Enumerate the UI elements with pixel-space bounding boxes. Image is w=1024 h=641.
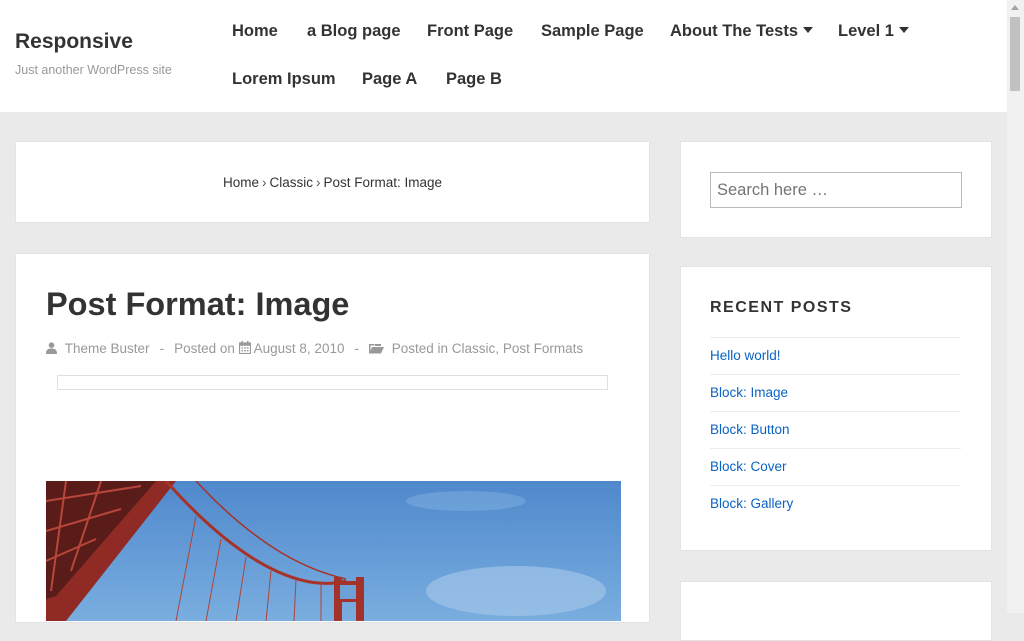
recent-post-link[interactable]: Block: Cover xyxy=(710,459,787,474)
breadcrumb-home[interactable]: Home xyxy=(223,175,259,190)
nav-item-about-the-tests[interactable]: About The Tests xyxy=(670,22,814,41)
search-widget xyxy=(680,141,992,238)
user-icon xyxy=(46,342,57,354)
recent-post-link[interactable]: Block: Image xyxy=(710,385,788,400)
recent-post-link[interactable]: Block: Button xyxy=(710,422,790,437)
post-date-link[interactable]: August 8, 2010 xyxy=(254,341,345,356)
vertical-scrollbar[interactable] xyxy=(1007,0,1024,613)
nav-label: Page B xyxy=(446,70,502,88)
folder-icon xyxy=(368,344,384,354)
post-author-link[interactable]: Theme Buster xyxy=(65,341,150,356)
nav-label: Level 1 xyxy=(838,22,894,40)
list-item: Block: Image xyxy=(710,374,961,411)
posted-on-label: Posted on xyxy=(174,341,235,356)
scrollbar-thumb[interactable] xyxy=(1010,17,1020,91)
recent-posts-list: Hello world! Block: Image Block: Button … xyxy=(710,337,961,522)
search-input[interactable] xyxy=(710,172,962,208)
recent-posts-widget: RECENT POSTS Hello world! Block: Image B… xyxy=(680,266,992,551)
post-featured-image xyxy=(46,481,621,621)
nav-item-blog-page[interactable]: a Blog page xyxy=(307,22,401,41)
meta-separator: - xyxy=(159,341,165,356)
post-meta: Theme Buster - Posted on August 8, 2010- P… xyxy=(46,341,583,356)
category-link-classic[interactable]: Classic xyxy=(452,341,496,356)
bridge-photo xyxy=(46,481,621,621)
category-separator: , xyxy=(495,341,500,356)
nav-item-page-a[interactable]: Page A xyxy=(362,70,417,89)
breadcrumb-current: Post Format: Image xyxy=(323,175,443,190)
nav-item-page-b[interactable]: Page B xyxy=(446,70,502,89)
post-article: Post Format: Image Theme Buster - Posted o… xyxy=(15,253,650,623)
nav-label: Front Page xyxy=(427,22,514,40)
posted-in-label: Posted in xyxy=(391,341,449,356)
list-item: Block: Button xyxy=(710,411,961,448)
caret-down-icon xyxy=(803,26,814,33)
empty-content-box xyxy=(57,375,608,390)
list-item: Block: Gallery xyxy=(710,485,961,522)
list-item: Block: Cover xyxy=(710,448,961,485)
category-link-post-formats[interactable]: Post Formats xyxy=(503,341,583,356)
post-title: Post Format: Image xyxy=(46,286,350,322)
breadcrumb: Home › Classic › Post Format: Image xyxy=(15,141,650,223)
calendar-icon xyxy=(238,341,251,355)
meta-separator: - xyxy=(354,341,359,356)
breadcrumb-separator: › xyxy=(315,175,321,190)
nav-label: Sample Page xyxy=(541,22,644,40)
widget-title: RECENT POSTS xyxy=(710,299,853,316)
site-title[interactable]: Responsive xyxy=(15,30,133,54)
sidebar-widget xyxy=(680,581,992,641)
site-header: Responsive Just another WordPress site H… xyxy=(0,0,1007,112)
scroll-up-arrow-icon[interactable] xyxy=(1011,5,1019,10)
list-item: Hello world! xyxy=(710,337,961,374)
breadcrumb-classic[interactable]: Classic xyxy=(269,175,313,190)
nav-label: Lorem Ipsum xyxy=(232,70,336,88)
nav-item-sample-page[interactable]: Sample Page xyxy=(541,22,644,41)
nav-item-front-page[interactable]: Front Page xyxy=(427,22,513,41)
nav-label: a Blog page xyxy=(307,22,401,40)
nav-label: Page A xyxy=(362,70,418,88)
recent-post-link[interactable]: Block: Gallery xyxy=(710,496,793,511)
breadcrumb-separator: › xyxy=(261,175,267,190)
nav-item-home[interactable]: Home xyxy=(232,22,278,41)
recent-post-link[interactable]: Hello world! xyxy=(710,348,781,363)
breadcrumb-trail: Home › Classic › Post Format: Image xyxy=(16,175,649,190)
nav-item-lorem-ipsum[interactable]: Lorem Ipsum xyxy=(232,70,336,89)
site-description: Just another WordPress site xyxy=(15,63,172,77)
nav-label: Home xyxy=(232,22,278,40)
caret-down-icon xyxy=(898,26,909,33)
nav-item-level-1[interactable]: Level 1 xyxy=(838,22,909,41)
nav-label: About The Tests xyxy=(670,22,799,40)
